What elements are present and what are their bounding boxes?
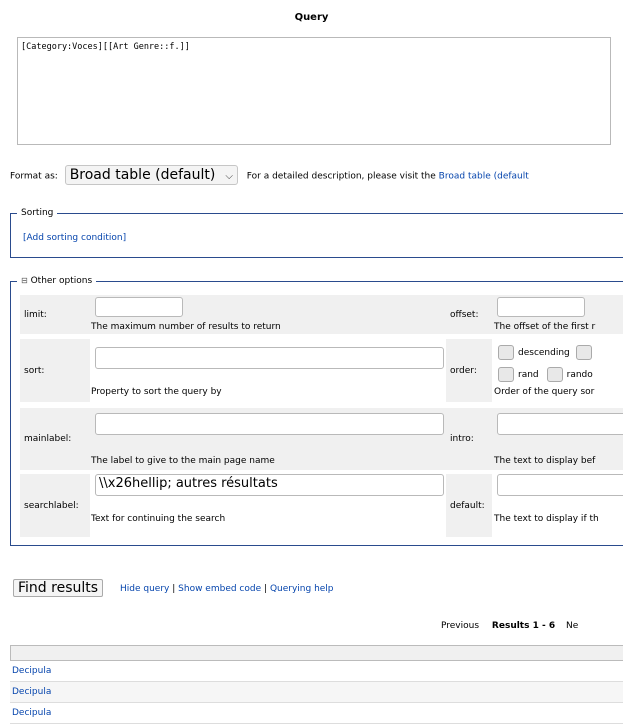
show-embed-code-link[interactable]: Show embed code [178,584,261,594]
options-row-sort: sort: Property to sort the query by orde… [20,339,623,402]
find-results-button[interactable]: Find results [13,579,104,597]
order-descending-label: descending [518,348,570,358]
intro-help: The text to display bef [494,456,596,466]
results-table: Decipula Decipula Decipula [10,645,623,724]
collapse-toggle-icon[interactable]: ⊟ [21,276,28,285]
sort-label: sort: [20,339,90,402]
limit-help: The maximum number of results to return [91,322,281,332]
add-sorting-link[interactable]: [Add sorting condition] [23,233,126,243]
offset-help: The offset of the first r [494,322,596,332]
chevron-down-icon: ⌵ [225,171,233,182]
format-select[interactable]: Broad table (default) ⌵ [64,165,238,185]
options-row-mainlabel: mainlabel: The label to give to the main… [20,408,623,470]
default-label: default: [446,474,492,537]
order-extra-checkbox[interactable] [575,345,592,360]
options-row-limit: limit: The maximum number of results to … [20,295,623,334]
offset-label: offset: [446,295,492,334]
searchlabel-label: searchlabel: [20,474,90,537]
default-help: The text to display if th [494,514,599,524]
results-range: Results 1 - 6 [491,621,556,631]
hide-query-link[interactable]: Hide query [120,584,169,594]
results-navigation: Previous Results 1 - 6 Ne [441,621,578,631]
next-link[interactable]: Ne [566,621,578,631]
format-row: Format as: Broad table (default) ⌵ For a … [10,165,529,186]
options-row-searchlabel: searchlabel: \\x26hellip; autres résulta… [20,474,623,537]
query-textarea[interactable]: [Category:Voces][[Art Genre::f.]] [17,37,611,145]
order-descending-checkbox[interactable] [498,345,514,360]
order-rand-label: rand [518,370,539,380]
limit-label: limit: [20,295,90,334]
order-rand-checkbox[interactable] [498,367,514,382]
order-label: order: [446,339,492,402]
offset-input[interactable] [497,297,585,317]
action-links: Hide query | Show embed code | Querying … [120,584,334,594]
searchlabel-help: Text for continuing the search [91,514,226,524]
sort-input[interactable] [95,347,444,369]
previous-link[interactable]: Previous [441,621,479,631]
table-row: Decipula [10,703,623,724]
format-selected: Broad table (default) [69,167,216,183]
order-rando-label: rando [566,370,593,380]
intro-label: intro: [446,408,492,470]
table-row: Decipula [10,661,623,682]
intro-input[interactable] [497,413,623,435]
querying-help-link[interactable]: Querying help [270,584,334,594]
mainlabel-label: mainlabel: [20,408,90,470]
sort-help: Property to sort the query by [91,387,222,397]
order-help: Order of the query sor [494,387,595,397]
format-doc-link[interactable]: Broad table (default [439,172,529,182]
format-label: Format as: [10,171,58,182]
searchlabel-input[interactable]: \\x26hellip; autres résultats [95,474,444,496]
result-link[interactable]: Decipula [12,708,51,718]
result-link[interactable]: Decipula [12,687,51,697]
result-link[interactable]: Decipula [12,666,51,676]
other-options-label: Other options [30,276,93,286]
default-input[interactable] [497,474,623,496]
sorting-legend: Sorting [21,208,54,218]
other-options-legend[interactable]: ⊟ Other options [17,276,96,286]
table-row: Decipula [10,682,623,703]
limit-input[interactable] [95,297,183,317]
separator: | [264,584,268,594]
order-rando-checkbox[interactable] [546,367,563,382]
table-header [10,645,623,661]
separator: | [172,584,176,594]
format-description: For a detailed description, please visit… [246,171,436,182]
mainlabel-help: The label to give to the main page name [91,456,275,466]
query-title: Query [294,12,329,23]
mainlabel-input[interactable] [95,413,444,435]
